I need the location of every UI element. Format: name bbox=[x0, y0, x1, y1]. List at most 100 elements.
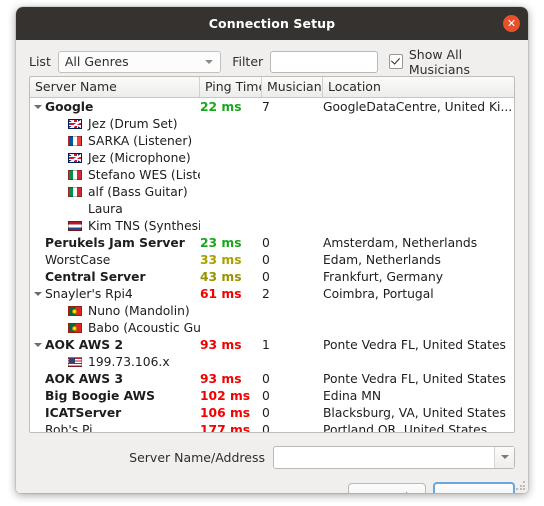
server-row[interactable]: Perukels Jam Server 23 ms 0 Amsterdam, Neth… bbox=[30, 234, 514, 251]
musician-row[interactable]: Jez (Microphone) bbox=[30, 149, 514, 166]
musician-row[interactable]: Babo (Acoustic Guitar) bbox=[30, 319, 514, 336]
server-name-label: Big Boogie AWS bbox=[45, 388, 155, 403]
cell-location: Blacksburg, VA, United States bbox=[323, 405, 506, 420]
genre-select[interactable]: All Genres bbox=[57, 50, 222, 73]
expander-triangle-icon[interactable] bbox=[30, 104, 45, 109]
column-header-ping-time[interactable]: Ping Time bbox=[200, 77, 262, 97]
chevron-down-icon bbox=[205, 59, 214, 64]
cell-musicians: 0 bbox=[262, 371, 270, 386]
cell-ping-time: 33 ms bbox=[200, 252, 242, 267]
server-name-label: AOK AWS 3 bbox=[45, 371, 124, 386]
show-all-musicians-checkbox[interactable]: Show All Musicians bbox=[389, 47, 515, 77]
server-name-label: Central Server bbox=[45, 269, 146, 284]
flag-icon-pt bbox=[68, 305, 82, 316]
cell-server-name: AOK AWS 3 bbox=[30, 372, 200, 386]
table-rows: Google 22 ms 7 GoogleDataCentre, United Ki.… bbox=[30, 98, 514, 433]
musician-row[interactable]: Stefano WES (Listener) bbox=[30, 166, 514, 183]
cell-musicians: 0 bbox=[262, 269, 270, 284]
server-row[interactable]: ICATServer 106 ms 0 Blacksburg, VA, United … bbox=[30, 404, 514, 421]
musician-row[interactable]: Jez (Drum Set) bbox=[30, 115, 514, 132]
cell-server-name: Google bbox=[30, 100, 200, 114]
cell-musicians: 0 bbox=[262, 235, 270, 250]
dialog-buttons: Cancel Connect bbox=[29, 482, 515, 493]
server-list[interactable]: Server Name Ping Time Musicians Location… bbox=[29, 76, 515, 433]
address-combo[interactable] bbox=[273, 445, 515, 469]
server-row[interactable]: WorstCase 33 ms 0 Edam, Netherlands bbox=[30, 251, 514, 268]
genre-select-value: All Genres bbox=[64, 54, 129, 69]
musician-row[interactable]: Nuno (Mandolin) bbox=[30, 302, 514, 319]
flag-icon-it bbox=[68, 169, 82, 180]
address-label: Server Name/Address bbox=[129, 449, 265, 465]
musician-name-label: Laura bbox=[88, 201, 123, 216]
server-row[interactable]: Google 22 ms 7 GoogleDataCentre, United Ki.… bbox=[30, 98, 514, 115]
cell-musicians: 7 bbox=[262, 99, 270, 114]
cell-server-name: alf (Bass Guitar) bbox=[30, 185, 200, 199]
flag-icon-fr bbox=[68, 135, 82, 146]
server-name-label: ICATServer bbox=[45, 405, 122, 420]
cell-location: Edam, Netherlands bbox=[323, 252, 441, 267]
close-icon[interactable]: ✕ bbox=[503, 15, 520, 32]
flag-icon-pt bbox=[68, 322, 82, 333]
cell-server-name: Babo (Acoustic Guitar) bbox=[30, 321, 200, 335]
cell-server-name: Jez (Microphone) bbox=[30, 151, 200, 165]
connect-button[interactable]: Connect bbox=[433, 482, 515, 493]
table-header: Server Name Ping Time Musicians Location bbox=[30, 77, 514, 98]
column-header-musicians[interactable]: Musicians bbox=[262, 77, 323, 97]
server-row[interactable]: Snayler's Rpi4 61 ms 2 Coimbra, Portugal bbox=[30, 285, 514, 302]
cell-server-name: 199.73.106.x bbox=[30, 355, 200, 369]
musician-row[interactable]: 199.73.106.x bbox=[30, 353, 514, 370]
musician-row[interactable]: Kim TNS (Synthesizer) bbox=[30, 217, 514, 234]
chevron-down-icon bbox=[500, 455, 509, 459]
resize-grip[interactable] bbox=[516, 481, 525, 490]
server-row[interactable]: Rob's Pi 177 ms 0 Portland OR, United State… bbox=[30, 421, 514, 433]
server-row[interactable]: Big Boogie AWS 102 ms 0 Edina MN bbox=[30, 387, 514, 404]
title-bar: Connection Setup ✕ bbox=[16, 7, 528, 40]
cell-ping-time: 93 ms bbox=[200, 371, 242, 386]
server-name-label: AOK AWS 2 bbox=[45, 337, 124, 352]
musician-name-label: Kim TNS (Synthesizer) bbox=[88, 218, 200, 233]
cell-location: Edina MN bbox=[323, 388, 382, 403]
cell-ping-time: 102 ms bbox=[200, 388, 251, 403]
filter-toolbar: List All Genres Filter Show All Musician… bbox=[29, 40, 515, 77]
musician-row[interactable]: Laura bbox=[30, 200, 514, 217]
checkmark-icon bbox=[389, 54, 403, 69]
musician-name-label: Jez (Microphone) bbox=[88, 150, 191, 165]
address-dropdown-button[interactable] bbox=[494, 446, 514, 468]
address-input[interactable] bbox=[274, 446, 494, 468]
cell-ping-time: 177 ms bbox=[200, 422, 251, 433]
connection-setup-dialog: Connection Setup ✕ List All Genres Filte… bbox=[16, 7, 528, 493]
cell-server-name: Perukels Jam Server bbox=[30, 236, 200, 250]
server-row[interactable]: AOK AWS 2 93 ms 1 Ponte Vedra FL, United St… bbox=[30, 336, 514, 353]
cell-location: Ponte Vedra FL, United States bbox=[323, 371, 506, 386]
column-header-location[interactable]: Location bbox=[323, 77, 514, 97]
musician-name-label: 199.73.106.x bbox=[88, 354, 170, 369]
dialog-body: List All Genres Filter Show All Musician… bbox=[16, 40, 528, 493]
musician-name-label: Babo (Acoustic Guitar) bbox=[88, 320, 200, 335]
server-name-label: Google bbox=[45, 99, 94, 114]
expander-triangle-icon[interactable] bbox=[30, 342, 45, 347]
expander-triangle-icon[interactable] bbox=[30, 291, 45, 296]
server-name-label: Rob's Pi bbox=[45, 422, 93, 433]
cell-server-name: Big Boogie AWS bbox=[30, 389, 200, 403]
cell-musicians: 0 bbox=[262, 405, 270, 420]
filter-input[interactable] bbox=[270, 50, 379, 73]
server-row[interactable]: AOK AWS 3 93 ms 0 Ponte Vedra FL, United St… bbox=[30, 370, 514, 387]
cancel-button[interactable]: Cancel bbox=[348, 483, 426, 493]
musician-name-label: Jez (Drum Set) bbox=[88, 116, 178, 131]
cell-location: Amsterdam, Netherlands bbox=[323, 235, 478, 250]
server-name-label: WorstCase bbox=[45, 252, 111, 267]
cell-ping-time: 93 ms bbox=[200, 337, 242, 352]
server-name-label: Snayler's Rpi4 bbox=[45, 286, 133, 301]
musician-row[interactable]: alf (Bass Guitar) bbox=[30, 183, 514, 200]
server-row[interactable]: Central Server 43 ms 0 Frankfurt, Germany bbox=[30, 268, 514, 285]
cell-location: Portland OR, United States bbox=[323, 422, 488, 433]
musician-name-label: SARKA (Listener) bbox=[88, 133, 193, 148]
cell-server-name: SARKA (Listener) bbox=[30, 134, 200, 148]
column-header-server-name[interactable]: Server Name bbox=[30, 77, 200, 97]
cell-musicians: 0 bbox=[262, 422, 270, 433]
cell-server-name: Stefano WES (Listener) bbox=[30, 168, 200, 182]
cell-musicians: 0 bbox=[262, 388, 270, 403]
cell-musicians: 2 bbox=[262, 286, 270, 301]
musician-row[interactable]: SARKA (Listener) bbox=[30, 132, 514, 149]
cell-server-name: Nuno (Mandolin) bbox=[30, 304, 200, 318]
